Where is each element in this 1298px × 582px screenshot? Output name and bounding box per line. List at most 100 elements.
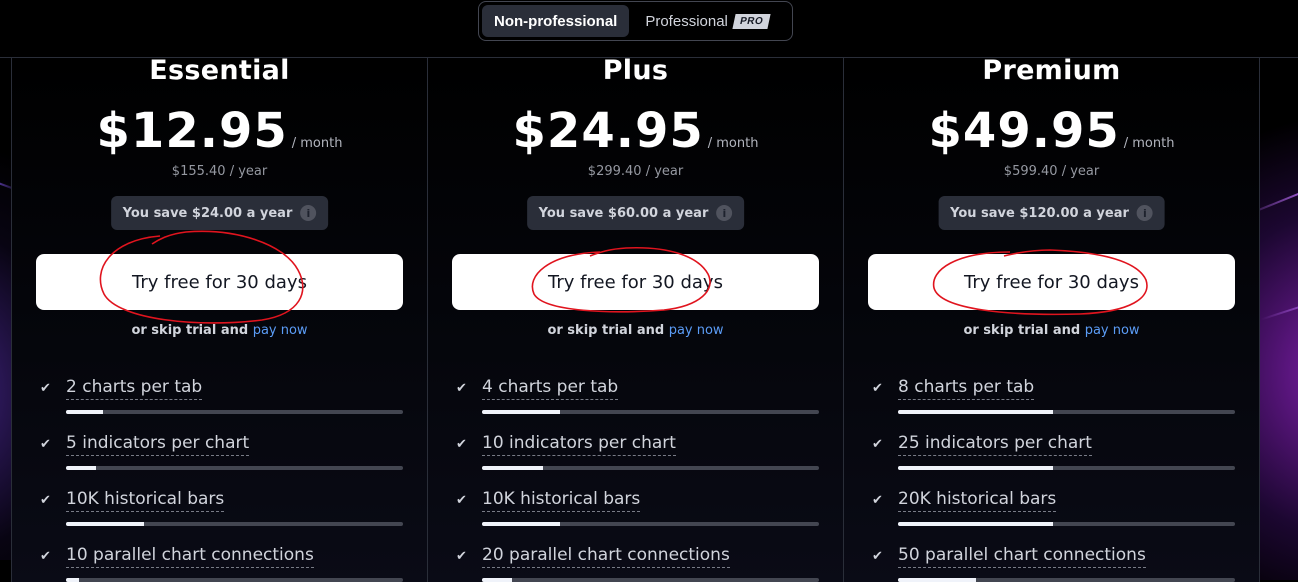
feature-item: ✔ 20K historical bars <box>868 489 1235 545</box>
non-professional-label: Non-professional <box>494 12 618 30</box>
feature-item: ✔ 2 charts per tab <box>36 377 403 433</box>
check-icon: ✔ <box>872 549 883 564</box>
check-icon: ✔ <box>456 437 467 452</box>
feature-level-fill <box>898 466 1054 470</box>
feature-item: ✔ 10K historical bars <box>36 489 403 545</box>
check-icon: ✔ <box>40 437 51 452</box>
check-icon: ✔ <box>40 381 51 396</box>
skip-trial-text: or skip trial and pay now <box>428 323 843 338</box>
feature-level-fill <box>66 410 104 414</box>
feature-item: ✔ 4 charts per tab <box>452 377 819 433</box>
yearly-price: $299.40 / year <box>587 164 684 179</box>
savings-badge: You save $120.00 a year i <box>938 196 1165 230</box>
skip-trial-text: or skip trial and pay now <box>12 323 427 338</box>
skip-trial-text: or skip trial and pay now <box>844 323 1259 338</box>
feature-item: ✔ 20 parallel chart connections <box>452 545 819 582</box>
price-period: / month <box>707 136 759 151</box>
savings-text: You save $24.00 a year <box>122 205 293 221</box>
feature-item: ✔ 50 parallel chart connections <box>868 545 1235 582</box>
feature-label[interactable]: 10K historical bars <box>482 489 641 512</box>
feature-list: ✔ 4 charts per tab ✔ 10 indicators per char… <box>452 377 819 582</box>
feature-item: ✔ 8 charts per tab <box>868 377 1235 433</box>
savings-badge: You save $24.00 a year i <box>110 196 329 230</box>
feature-label[interactable]: 4 charts per tab <box>482 377 619 400</box>
feature-level-bar <box>898 466 1235 470</box>
feature-level-fill <box>482 522 560 526</box>
feature-level-bar <box>898 410 1235 414</box>
feature-item: ✔ 10K historical bars <box>452 489 819 545</box>
price-row: $12.95/ month <box>12 103 427 159</box>
plan-price: $24.95 <box>512 103 704 159</box>
check-icon: ✔ <box>456 381 467 396</box>
feature-list: ✔ 2 charts per tab ✔ 5 indicators per chart… <box>36 377 403 582</box>
feature-level-fill <box>482 578 513 582</box>
non-professional-option[interactable]: Non-professional <box>482 5 630 37</box>
feature-level-fill <box>898 522 1054 526</box>
check-icon: ✔ <box>456 493 467 508</box>
feature-level-bar <box>898 522 1235 526</box>
savings-text: You save $60.00 a year <box>538 205 709 221</box>
feature-level-fill <box>482 466 543 470</box>
check-icon: ✔ <box>40 493 51 508</box>
plan-name: Premium <box>982 55 1121 86</box>
feature-level-fill <box>898 410 1054 414</box>
price-row: $49.95/ month <box>844 103 1259 159</box>
feature-item: ✔ 25 indicators per chart <box>868 433 1235 489</box>
feature-level-fill <box>66 466 97 470</box>
plan-name: Essential <box>149 55 290 86</box>
feature-level-bar <box>898 578 1235 582</box>
price-period: / month <box>1123 136 1175 151</box>
feature-label[interactable]: 20K historical bars <box>898 489 1057 512</box>
feature-item: ✔ 10 indicators per chart <box>452 433 819 489</box>
feature-label[interactable]: 10 parallel chart connections <box>66 545 314 568</box>
skip-trial-label: or skip trial and <box>131 323 249 338</box>
plan-card-plus: Plus $24.95/ month $299.40 / year You save … <box>427 55 844 582</box>
feature-label[interactable]: 20 parallel chart connections <box>482 545 730 568</box>
pay-now-link[interactable]: pay now <box>1085 323 1140 338</box>
yearly-price: $599.40 / year <box>1003 164 1100 179</box>
skip-trial-label: or skip trial and <box>963 323 1081 338</box>
feature-level-bar <box>482 410 819 414</box>
professional-option[interactable]: Professional PRO <box>633 5 781 37</box>
feature-item: ✔ 5 indicators per chart <box>36 433 403 489</box>
feature-level-bar <box>66 578 403 582</box>
pay-now-link[interactable]: pay now <box>669 323 724 338</box>
info-icon[interactable]: i <box>716 205 733 221</box>
try-free-button[interactable]: Try free for 30 days <box>452 254 819 310</box>
savings-badge: You save $60.00 a year i <box>526 196 745 230</box>
feature-label[interactable]: 50 parallel chart connections <box>898 545 1146 568</box>
info-icon[interactable]: i <box>300 205 317 221</box>
check-icon: ✔ <box>456 549 467 564</box>
feature-level-bar <box>66 410 403 414</box>
check-icon: ✔ <box>872 493 883 508</box>
skip-trial-label: or skip trial and <box>547 323 665 338</box>
feature-level-fill <box>66 522 144 526</box>
check-icon: ✔ <box>872 437 883 452</box>
feature-level-bar <box>66 522 403 526</box>
header-divider <box>0 57 1298 58</box>
feature-label[interactable]: 10 indicators per chart <box>482 433 676 456</box>
feature-level-fill <box>66 578 80 582</box>
try-free-button[interactable]: Try free for 30 days <box>36 254 403 310</box>
feature-level-bar <box>482 466 819 470</box>
feature-label[interactable]: 2 charts per tab <box>66 377 203 400</box>
info-icon[interactable]: i <box>1136 205 1153 221</box>
feature-level-bar <box>66 466 403 470</box>
feature-level-bar <box>482 578 819 582</box>
pay-now-link[interactable]: pay now <box>253 323 308 338</box>
feature-item: ✔ 10 parallel chart connections <box>36 545 403 582</box>
feature-label[interactable]: 25 indicators per chart <box>898 433 1092 456</box>
feature-label[interactable]: 8 charts per tab <box>898 377 1035 400</box>
feature-level-fill <box>898 578 976 582</box>
yearly-price: $155.40 / year <box>171 164 268 179</box>
price-row: $24.95/ month <box>428 103 843 159</box>
feature-label[interactable]: 5 indicators per chart <box>66 433 250 456</box>
check-icon: ✔ <box>40 549 51 564</box>
feature-label[interactable]: 10K historical bars <box>66 489 225 512</box>
price-period: / month <box>291 136 343 151</box>
try-free-button[interactable]: Try free for 30 days <box>868 254 1235 310</box>
pro-badge: PRO <box>732 13 771 29</box>
plan-type-toggle: Non-professional Professional PRO <box>478 1 793 41</box>
plan-name: Plus <box>602 55 669 86</box>
plan-card-premium: Premium $49.95/ month $599.40 / year You sa… <box>843 55 1260 582</box>
